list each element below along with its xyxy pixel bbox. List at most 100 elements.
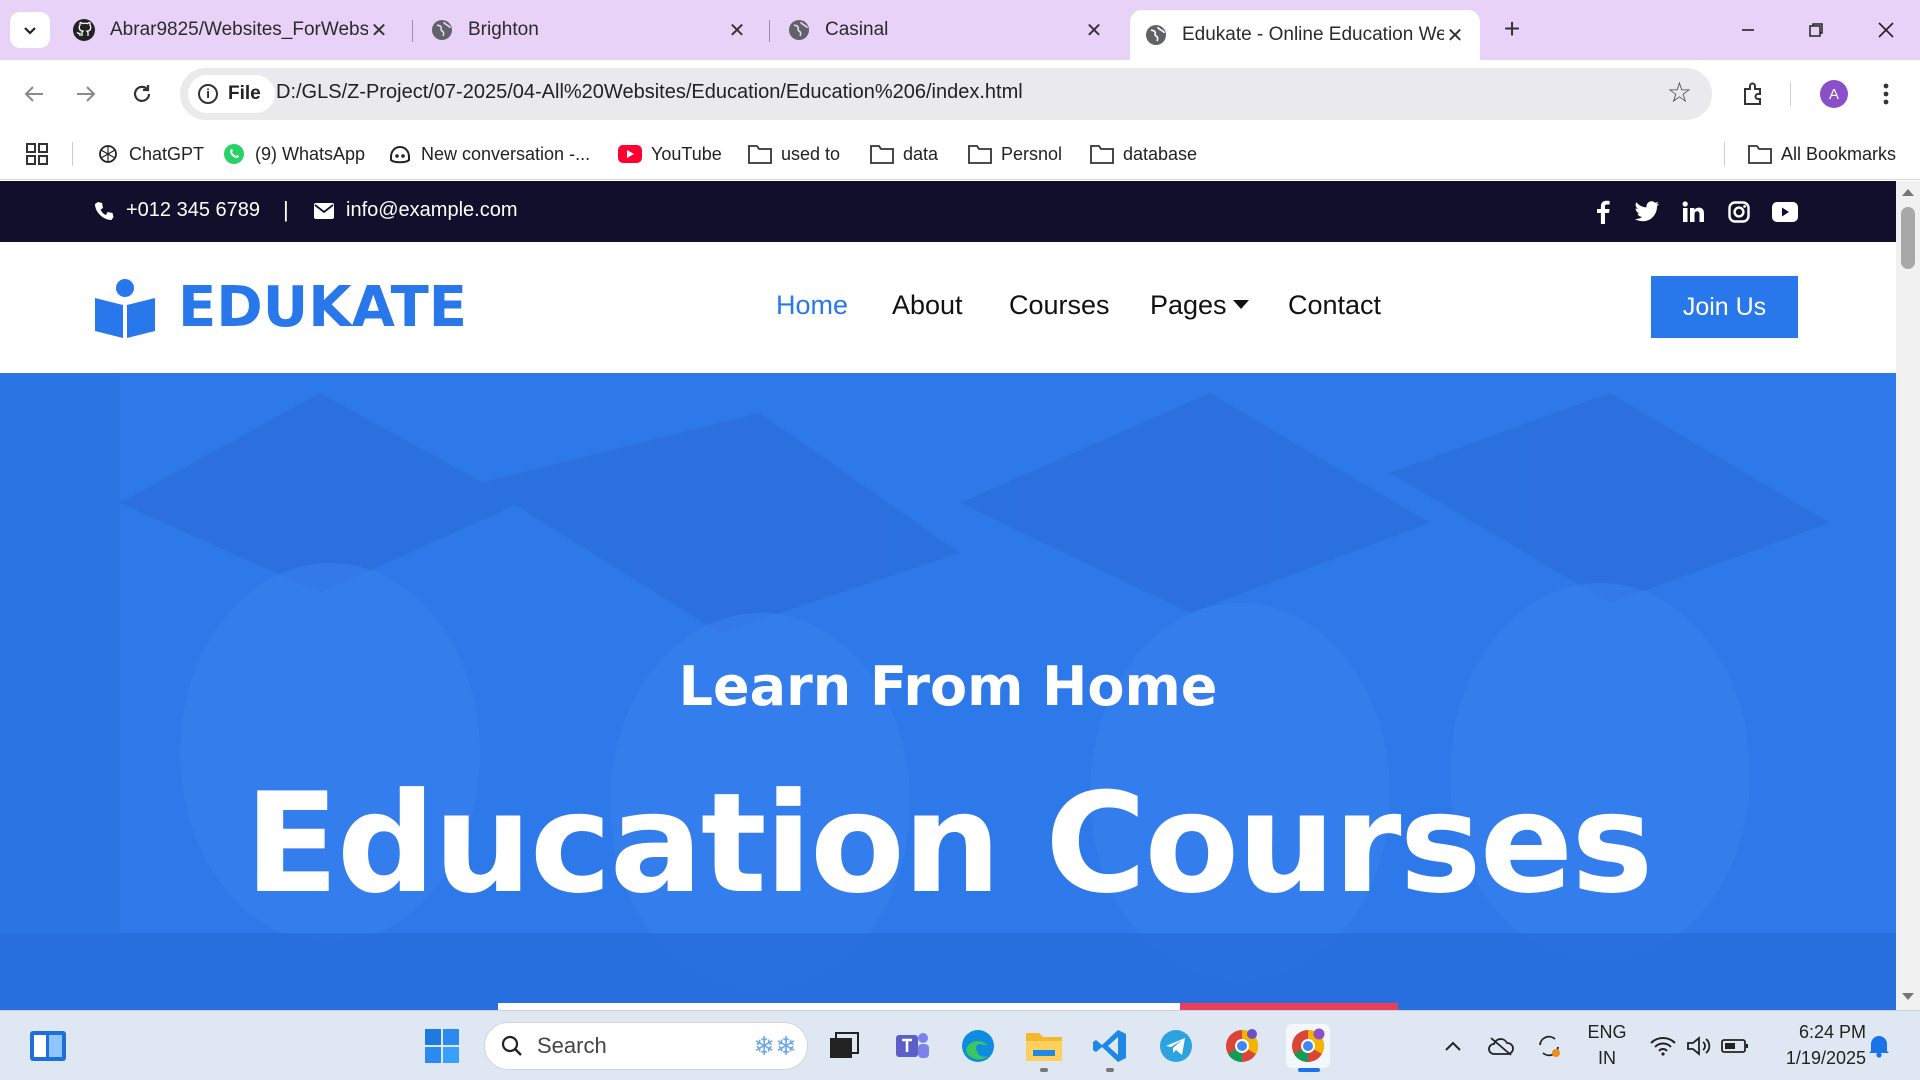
widgets-button[interactable] (26, 1024, 70, 1068)
twitter-icon (1635, 201, 1659, 222)
profile-button[interactable]: A (1816, 76, 1852, 112)
nav-home[interactable]: Home (776, 290, 848, 321)
tab-github[interactable]: Abrar9825/Websites_ForWebsit ✕ (58, 11, 404, 49)
bookmark-youtube[interactable]: YouTube (618, 140, 722, 168)
volume-status[interactable] (1682, 1011, 1716, 1080)
site-info-chip[interactable]: i File (188, 75, 275, 113)
join-us-button[interactable]: Join Us (1651, 276, 1798, 338)
new-tab-button[interactable]: + (1496, 14, 1528, 46)
close-tab-icon[interactable]: ✕ (726, 18, 748, 43)
taskbar-search-box[interactable]: Search ❄❄ (484, 1022, 808, 1070)
nav-pages-dropdown[interactable]: Pages (1150, 290, 1249, 321)
vscode-app[interactable] (1088, 1024, 1132, 1068)
youtube-link[interactable] (1770, 198, 1800, 226)
telegram-app[interactable] (1154, 1024, 1198, 1068)
globe-icon (430, 18, 454, 42)
minimize-button[interactable] (1718, 10, 1778, 50)
language-indicator[interactable]: ENG IN (1582, 1019, 1632, 1071)
close-tab-icon[interactable]: ✕ (368, 18, 390, 43)
browser-toolbar: i File D:/GLS/Z-Project/07-2025/04-All%2… (0, 60, 1920, 128)
all-bookmarks-button[interactable]: All Bookmarks (1748, 140, 1896, 168)
teams-app[interactable] (890, 1024, 934, 1068)
notifications-button[interactable] (1862, 1011, 1896, 1080)
nav-about[interactable]: About (892, 290, 963, 321)
file-explorer-app[interactable] (1022, 1024, 1066, 1068)
arrow-right-icon (77, 86, 96, 102)
tab-separator (412, 20, 413, 42)
tab-brighton[interactable]: Brighton ✕ (416, 11, 762, 49)
bookmark-label: data (903, 143, 939, 164)
bookmark-folder-persnol[interactable]: Persnol (968, 140, 1062, 168)
telegram-icon (1160, 1030, 1192, 1062)
scroll-up-icon[interactable] (1902, 189, 1914, 196)
extensions-button[interactable] (1736, 76, 1772, 112)
page-scrollbar[interactable] (1896, 181, 1920, 1010)
brand-logo[interactable]: EDUKATE (94, 275, 467, 340)
reload-button[interactable] (122, 74, 162, 114)
bookmark-whatsapp[interactable]: (9) WhatsApp (222, 140, 365, 168)
close-window-button[interactable] (1856, 10, 1916, 50)
forward-button[interactable] (66, 74, 106, 114)
scroll-down-icon[interactable] (1902, 993, 1914, 1000)
teams-icon (896, 1033, 929, 1058)
onedrive-status[interactable] (1484, 1011, 1518, 1080)
bookmark-folder-used-to[interactable]: used to (748, 140, 840, 168)
battery-icon (1721, 1039, 1748, 1053)
brand-name: EDUKATE (178, 275, 468, 340)
edge-app[interactable] (956, 1024, 1000, 1068)
language-code: ENG (1587, 1022, 1627, 1042)
cloud-offline-icon (1488, 1037, 1514, 1056)
apps-button[interactable] (26, 140, 48, 168)
chrome-active-app[interactable] (1286, 1024, 1330, 1068)
copilot-icon (388, 142, 412, 166)
wifi-status[interactable] (1646, 1011, 1680, 1080)
tray-overflow-button[interactable] (1438, 1011, 1468, 1080)
task-view-button[interactable] (822, 1024, 866, 1068)
address-bar[interactable]: i File D:/GLS/Z-Project/07-2025/04-All%2… (180, 68, 1712, 120)
tab-casinal[interactable]: Casinal ✕ (773, 11, 1119, 49)
tab-search-button[interactable] (10, 12, 50, 48)
start-button[interactable] (420, 1024, 464, 1068)
bookmark-copilot[interactable]: New conversation -... (388, 140, 590, 168)
battery-status[interactable] (1718, 1011, 1752, 1080)
minimize-icon (1742, 29, 1754, 31)
facebook-link[interactable] (1588, 198, 1618, 226)
close-tab-icon[interactable]: ✕ (1444, 23, 1466, 48)
system-clock[interactable]: 6:24 PM 1/19/2025 (1766, 1019, 1866, 1071)
tab-separator (769, 20, 770, 42)
bookmark-folder-database[interactable]: database (1090, 140, 1197, 168)
nav-contact[interactable]: Contact (1288, 290, 1381, 321)
running-indicator (1106, 1068, 1114, 1072)
tab-edukate-active[interactable]: Edukate - Online Education We ✕ (1130, 10, 1480, 60)
phone-contact[interactable]: +012 345 6789 (94, 199, 260, 222)
bookmark-chatgpt[interactable]: ChatGPT (96, 140, 204, 168)
vscode-icon (1093, 1030, 1126, 1062)
tab-title: Abrar9825/Websites_ForWebsit (110, 19, 368, 40)
url-text[interactable]: D:/GLS/Z-Project/07-2025/04-All%20Websit… (276, 81, 1023, 104)
bookmark-star-icon[interactable]: ☆ (1667, 78, 1692, 108)
region-code: IN (1598, 1048, 1616, 1068)
folder-icon (968, 142, 992, 166)
twitter-link[interactable] (1632, 198, 1662, 226)
restore-button[interactable] (1786, 10, 1846, 50)
back-button[interactable] (14, 74, 54, 114)
email-contact[interactable]: info@example.com (314, 199, 517, 222)
arrow-left-icon (24, 86, 43, 102)
linkedin-link[interactable] (1678, 198, 1708, 226)
bookmark-folder-data[interactable]: data (870, 140, 938, 168)
nav-courses[interactable]: Courses (1009, 290, 1110, 321)
instagram-link[interactable] (1724, 198, 1754, 226)
bookmark-label: database (1123, 143, 1198, 164)
chrome-icon (1292, 1028, 1325, 1063)
close-tab-icon[interactable]: ✕ (1083, 18, 1105, 43)
chrome-profile-app[interactable] (1220, 1024, 1264, 1068)
whatsapp-icon (222, 142, 246, 166)
sync-icon (1539, 1035, 1560, 1057)
scroll-thumb[interactable] (1901, 207, 1915, 269)
folder-icon (1090, 142, 1114, 166)
browser-menu-button[interactable] (1868, 76, 1904, 112)
sync-status[interactable] (1532, 1011, 1566, 1080)
chevron-up-icon (1445, 1041, 1461, 1051)
bookmark-label: New conversation -... (421, 143, 591, 164)
bookmark-separator (1724, 142, 1725, 166)
